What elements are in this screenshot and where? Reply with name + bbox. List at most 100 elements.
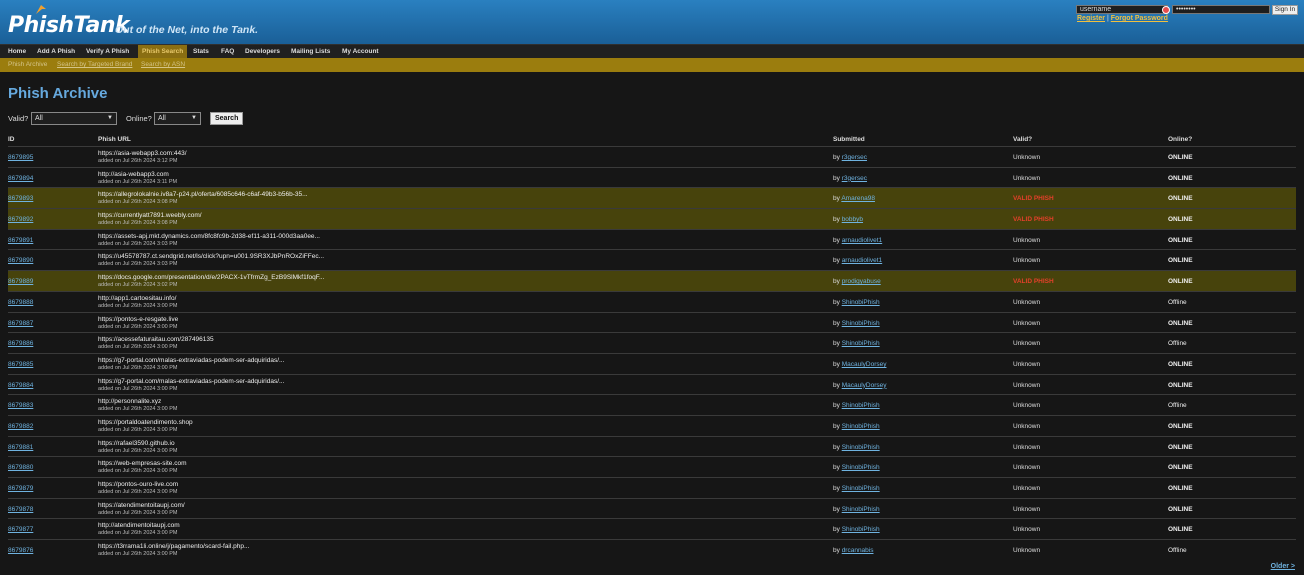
added-date: added on Jul 26th 2024 3:00 PM [98,364,178,371]
search-button[interactable]: Search [210,112,244,125]
added-date: added on Jul 26th 2024 3:00 PM [98,323,178,330]
added-date: added on Jul 26th 2024 3:08 PM [98,220,178,227]
submitter-link[interactable]: ShinobiPhish [842,506,880,513]
sub-nav: Phish Archive Search by Targeted Brand S… [0,58,1304,72]
phish-id-link[interactable]: 8679884 [8,382,33,389]
phish-url: https://acessefaturaitau.com/287496135 [98,336,214,344]
submitted-by: by arnaudiolivet1 [833,237,882,244]
online-status: ONLINE [1168,195,1193,203]
phish-id-link[interactable]: 8679894 [8,175,33,182]
submitter-link[interactable]: arnaudiolivet1 [842,237,882,244]
submitter-link[interactable]: Amarena98 [841,195,875,202]
phish-id-link[interactable]: 8679879 [8,485,33,492]
submitted-by: by ShinobiPhish [833,464,880,471]
valid-status: Unknown [1013,236,1041,244]
phish-id-link[interactable]: 8679880 [8,464,33,471]
submitted-by: by arnaudiolivet1 [833,257,882,264]
nav-stats[interactable]: Stats [189,45,213,59]
nav-phish-search[interactable]: Phish Search [138,45,188,59]
submitter-link[interactable]: ShinobiPhish [842,340,880,347]
submitter-link[interactable]: ShinobiPhish [842,402,880,409]
submitted-by-prefix: by [833,216,840,224]
submitter-link[interactable]: MacaulyDorsey [842,382,887,389]
submitter-link[interactable]: bobbyb [842,216,863,223]
main-nav: Home Add A Phish Verify A Phish Phish Se… [0,44,1304,59]
phish-id-link[interactable]: 8679877 [8,526,33,533]
submitter-link[interactable]: prodigyabuse [842,278,881,285]
valid-status: Unknown [1013,298,1041,306]
submitter-link[interactable]: MacaulyDorsey [842,361,887,368]
added-date: added on Jul 26th 2024 3:12 PM [98,158,178,164]
valid-status: Unknown [1013,402,1041,410]
online-filter-select[interactable]: All ▼ [154,112,201,125]
submitted-by-prefix: by [833,174,840,182]
nav-faq[interactable]: FAQ [217,45,238,59]
phish-table: 8679895 https://asia-webapp3.com:443/adde… [8,146,1296,560]
table-row: 8679879 https://pontos-ouro-live.com added… [8,477,1296,498]
submitter-link[interactable]: ShinobiPhish [842,423,880,430]
submitter-link[interactable]: r3gersec [842,175,867,182]
submitted-by: by ShinobiPhish [833,423,880,430]
phish-id-link[interactable]: 8679881 [8,444,33,451]
phish-id-link[interactable]: 8679892 [8,216,33,223]
submitter-link[interactable]: ShinobiPhish [842,464,880,471]
password-input[interactable] [1172,5,1270,14]
phish-id-link[interactable]: 8679888 [8,299,33,306]
phish-id-link[interactable]: 8679886 [8,340,33,347]
added-date: added on Jul 26th 2024 3:00 PM [98,489,178,495]
added-date: added on Jul 26th 2024 3:00 PM [98,426,178,433]
nav-my-account[interactable]: My Account [338,45,383,59]
phish-id-link[interactable]: 8679876 [8,547,33,554]
added-date: added on Jul 26th 2024 3:00 PM [98,551,178,558]
subnav-phish-archive[interactable]: Phish Archive [4,58,51,72]
nav-verify-phish[interactable]: Verify A Phish [82,45,133,59]
nav-home[interactable]: Home [4,45,30,59]
username-input[interactable] [1076,5,1168,14]
submitted-by-prefix: by [833,257,840,265]
forgot-password-link[interactable]: Forgot Password [1111,15,1168,22]
valid-filter-value: All [35,115,43,122]
account-links: Register | Forgot Password [1077,15,1168,22]
submitter-link[interactable]: drcannabis [842,547,874,554]
phish-url: http://personnalite.xyz [98,398,162,406]
submitter-link[interactable]: ShinobiPhish [842,485,880,492]
phish-id-link[interactable]: 8679882 [8,423,33,430]
online-status: ONLINE [1168,381,1193,389]
online-status: Offline [1168,402,1187,410]
phish-url: https://docs.google.com/presentation/d/e… [98,274,325,282]
nav-developers[interactable]: Developers [241,45,284,59]
table-row: 8679891 https://assets-apj.mkt.dynamics.c… [8,228,1296,250]
submitter-link[interactable]: ShinobiPhish [842,526,880,533]
subnav-targeted-brand[interactable]: Search by Targeted Brand [53,58,136,72]
submitted-by: by ShinobiPhish [833,506,880,513]
subnav-by-asn[interactable]: Search by ASN [137,58,189,72]
submitted-by: by ShinobiPhish [833,526,880,533]
phish-id-link[interactable]: 8679889 [8,278,33,285]
submitter-link[interactable]: arnaudiolivet1 [842,257,882,264]
nav-mailing-lists[interactable]: Mailing Lists [287,45,334,59]
added-date: added on Jul 26th 2024 3:03 PM [98,261,178,268]
phish-id-link[interactable]: 8679887 [8,320,33,327]
table-row: 8679890 https://u45578787.ct.sendgrid.net… [8,249,1296,270]
password-manager-icon[interactable] [1162,6,1170,14]
valid-filter-select[interactable]: All ▼ [31,112,117,125]
phish-id-link[interactable]: 8679883 [8,402,33,409]
nav-add-phish[interactable]: Add A Phish [33,45,79,59]
page-title: Phish Archive [8,85,108,102]
phish-id-link[interactable]: 8679891 [8,237,33,244]
register-link[interactable]: Register [1077,15,1105,22]
submitted-by: by r3gersec [833,175,867,182]
submitter-link[interactable]: r3gersec [842,154,867,161]
sign-in-button[interactable]: Sign In [1272,5,1298,15]
submitter-link[interactable]: ShinobiPhish [842,444,880,451]
phish-id-link[interactable]: 8679885 [8,361,33,368]
phish-id-link[interactable]: 8679893 [8,195,33,202]
phish-id-link[interactable]: 8679890 [8,257,33,264]
submitter-link[interactable]: ShinobiPhish [842,320,880,327]
submitted-by: by Amarena98 [833,195,875,202]
phish-id-link[interactable]: 8679878 [8,506,33,513]
older-link[interactable]: Older > [1271,563,1295,570]
submitted-by-prefix: by [833,381,840,389]
submitter-link[interactable]: ShinobiPhish [842,299,880,306]
phish-id-link[interactable]: 8679895 [8,154,33,161]
